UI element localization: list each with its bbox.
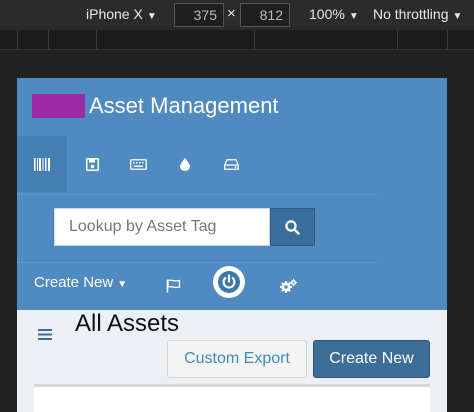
tint-icon[interactable] <box>160 136 210 192</box>
create-new-dropdown[interactable]: Create New ▼ <box>34 274 127 291</box>
zoom-select[interactable]: 100% ▼ <box>309 6 359 22</box>
divider <box>17 262 377 263</box>
asset-tag-search-input[interactable] <box>54 208 270 246</box>
search-button[interactable] <box>270 208 315 246</box>
throttle-select[interactable]: No throttling ▼ <box>373 6 462 22</box>
app-title: Asset Management <box>89 93 279 118</box>
devtools-toolbar: iPhone X ▼ 375 × 812 100% ▼ No throttling ▼ <box>0 0 474 30</box>
caret-down-icon: ▼ <box>117 279 128 290</box>
hdd-icon[interactable] <box>206 136 256 192</box>
brand[interactable]: Asset Management <box>32 93 279 119</box>
create-new-button[interactable]: Create New <box>313 340 430 378</box>
hamburger-menu-icon[interactable] <box>38 327 52 345</box>
page-title: All Assets <box>75 310 180 337</box>
caret-down-icon: ▼ <box>452 11 463 22</box>
throttle-label: No throttling <box>373 6 449 22</box>
device-select[interactable]: iPhone X ▼ <box>86 6 157 22</box>
custom-export-button[interactable]: Custom Export <box>167 340 307 378</box>
width-input[interactable]: 375 <box>174 3 224 27</box>
asset-search-form <box>54 208 315 246</box>
power-icon[interactable] <box>213 266 245 298</box>
cogs-icon[interactable] <box>277 276 299 296</box>
barcode-icon[interactable] <box>17 136 67 192</box>
search-icon <box>285 219 300 235</box>
zoom-label: 100% <box>309 6 345 22</box>
assets-table-panel <box>34 384 430 412</box>
content-area: All Assets Custom Export Create New <box>17 310 447 412</box>
device-label: iPhone X <box>86 6 143 22</box>
times-symbol: × <box>227 5 236 22</box>
caret-down-icon: ▼ <box>348 11 359 22</box>
keyboard-icon[interactable] <box>113 136 163 192</box>
secondary-nav: Create New ▼ <box>17 264 447 310</box>
create-new-label: Create New <box>34 274 114 291</box>
height-input[interactable]: 812 <box>240 3 290 27</box>
brand-logo <box>32 94 85 118</box>
flag-icon[interactable] <box>163 276 183 296</box>
divider <box>17 194 377 195</box>
caret-down-icon: ▼ <box>146 11 157 22</box>
device-viewport: Asset Management Create New▼ <box>17 78 447 412</box>
save-icon[interactable] <box>67 136 117 192</box>
media-query-ruler <box>0 30 474 50</box>
top-icon-menu <box>17 136 447 192</box>
